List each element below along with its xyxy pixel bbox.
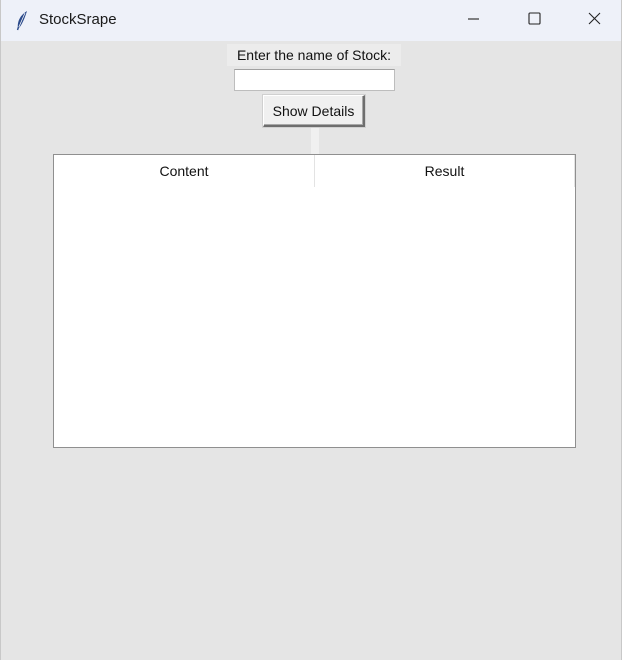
results-table[interactable]: Content Result <box>53 154 576 448</box>
table-body[interactable] <box>54 187 575 447</box>
close-icon <box>588 12 601 30</box>
close-button[interactable] <box>564 0 621 41</box>
stock-name-label: Enter the name of Stock: <box>227 44 401 66</box>
minimize-icon <box>468 12 480 30</box>
title-bar[interactable]: StockSrape <box>1 0 621 41</box>
maximize-button[interactable] <box>504 0 564 41</box>
maximize-icon <box>527 11 541 30</box>
show-details-button[interactable]: Show Details <box>263 95 365 127</box>
feather-icon <box>13 9 31 31</box>
separator-stub <box>311 128 319 154</box>
window-title: StockSrape <box>39 11 117 28</box>
column-header-result[interactable]: Result <box>315 155 575 187</box>
app-window: StockSrape Enter the name of Stock: Show… <box>0 0 622 660</box>
minimize-button[interactable] <box>444 0 504 41</box>
stock-name-input[interactable] <box>234 69 395 91</box>
table-header: Content Result <box>54 155 575 187</box>
column-header-content[interactable]: Content <box>54 155 315 187</box>
